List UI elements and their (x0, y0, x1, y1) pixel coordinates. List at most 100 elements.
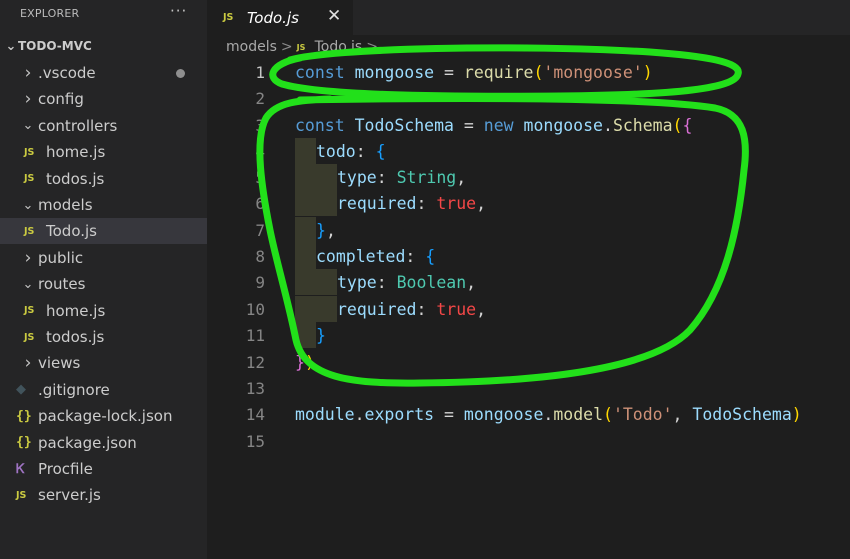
tree-item-label: Todo.js (46, 222, 97, 241)
js-file-icon: JS (223, 12, 234, 23)
tree-item[interactable]: ◆ .gitignore (0, 377, 207, 403)
indent-guide (295, 296, 316, 322)
tree-item[interactable]: JS server.js (0, 482, 207, 508)
tree-item[interactable]: ⌄ routes (0, 271, 207, 297)
tree-item[interactable]: {} package.json (0, 430, 207, 456)
tree-item[interactable]: › .vscode (0, 60, 207, 86)
tree-item[interactable]: ⌄ models (0, 192, 207, 218)
code-line: 2 (207, 85, 850, 111)
tree-item[interactable]: JS Todo.js (0, 218, 207, 245)
tree-item[interactable]: JS home.js (0, 298, 207, 324)
breadcrumb-symbol[interactable]: ... (382, 39, 395, 55)
tree-item-label: models (38, 196, 93, 214)
explorer-sidebar: EXPLORER ··· ⌄ TODO-MVC › .vscode › config ⌄… (0, 0, 207, 559)
git-file-icon: ◆ (16, 382, 26, 398)
line-number: 9 (255, 272, 265, 292)
heroku-file-icon: Ꮶ (16, 461, 25, 477)
code-line: 12 }) (207, 349, 850, 375)
root-folder[interactable]: ⌄ TODO-MVC (0, 35, 207, 57)
chevron-right-icon: › (24, 353, 32, 374)
json-file-icon: {} (16, 435, 32, 451)
tree-item-label: package-lock.json (38, 407, 173, 426)
indent-guide (295, 164, 316, 190)
tree-item-label: routes (38, 275, 86, 294)
line-number: 7 (255, 220, 265, 240)
json-file-icon: {} (16, 408, 32, 424)
chevron-down-icon: ⌄ (5, 38, 17, 54)
line-number: 11 (245, 325, 265, 345)
breadcrumb-folder[interactable]: models (226, 39, 277, 55)
tree-item[interactable]: Ꮶ Procfile (0, 456, 207, 482)
tree-item-label: .vscode (38, 64, 96, 82)
indent-guide (295, 217, 316, 243)
line-number: 12 (245, 352, 265, 372)
tree-item[interactable]: JS todos.js (0, 166, 207, 192)
tree-item-label: home.js (46, 143, 106, 162)
line-number: 10 (245, 299, 265, 319)
code-text: } (316, 325, 326, 345)
js-file-icon: JS (24, 173, 35, 185)
close-icon[interactable]: ✕ (327, 6, 341, 26)
root-folder-label: TODO-MVC (18, 39, 92, 53)
line-number: 15 (245, 431, 265, 451)
js-file-icon: JS (24, 225, 35, 237)
tab-bar: JS Todo.js ✕ (207, 0, 850, 35)
tree-item[interactable]: › public (0, 245, 207, 271)
tree-item[interactable]: {} package-lock.json (0, 403, 207, 429)
code-text: module.exports = mongoose.model('Todo', … (295, 404, 802, 424)
code-line: 6 required: true, (207, 190, 850, 216)
tree-item-label: .gitignore (38, 380, 110, 399)
chevron-right-icon: › (24, 63, 32, 83)
tree-item-label: todos.js (46, 169, 105, 188)
chevron-right-icon: › (24, 89, 32, 110)
chevron-right-icon: › (24, 247, 32, 268)
code-line: 13 (207, 375, 850, 401)
indent-guide (316, 164, 337, 190)
breadcrumb-file[interactable]: Todo.js (315, 39, 363, 55)
code-line: 4 todo: { (207, 138, 850, 164)
breadcrumb-separator: > (366, 39, 378, 55)
indent-guide (316, 269, 337, 295)
code-text: type: Boolean, (337, 272, 477, 292)
code-text: required: true, (337, 193, 487, 213)
tree-item[interactable]: › views (0, 350, 207, 376)
js-file-icon: JS (24, 331, 35, 343)
code-text: const mongoose = require('mongoose') (295, 62, 653, 82)
indent-guide (295, 138, 316, 164)
chevron-down-icon: ⌄ (22, 197, 34, 213)
indent-guide (295, 243, 316, 269)
tree-item-label: package.json (38, 433, 137, 452)
breadcrumb: models > JS Todo.js > ... (226, 38, 395, 56)
tree-item-label: config (38, 90, 84, 109)
code-line: 7 }, (207, 217, 850, 243)
tree-item-label: Procfile (38, 460, 93, 478)
code-text: todo: { (316, 141, 386, 161)
code-line: 15 (207, 428, 850, 454)
code-line: 5 type: String, (207, 164, 850, 190)
tree-item[interactable]: › config (0, 86, 207, 112)
tree-item-label: controllers (38, 116, 118, 135)
line-number: 6 (255, 193, 265, 213)
tree-item[interactable]: ⌄ controllers (0, 113, 207, 139)
tree-item[interactable]: JS home.js (0, 139, 207, 165)
line-number: 2 (255, 88, 265, 108)
tab-todo-js[interactable]: JS Todo.js ✕ (207, 0, 353, 35)
modified-dot-icon (176, 68, 185, 78)
more-actions-icon[interactable]: ··· (170, 2, 187, 20)
code-text: }, (316, 220, 336, 240)
tree-item-label: todos.js (46, 328, 105, 346)
chevron-down-icon: ⌄ (22, 118, 34, 134)
line-number: 14 (245, 404, 265, 424)
indent-guide (295, 269, 316, 295)
code-text: const TodoSchema = new mongoose.Schema({ (295, 115, 693, 135)
code-editor[interactable]: 1 const mongoose = require('mongoose') 2… (207, 58, 850, 559)
js-file-icon: JS (16, 489, 27, 501)
indent-guide (295, 190, 316, 216)
line-number: 13 (245, 378, 265, 398)
indent-guide (316, 296, 337, 322)
line-number: 1 (255, 62, 265, 82)
tree-item[interactable]: JS todos.js (0, 324, 207, 350)
tree-item-label: server.js (38, 486, 101, 505)
tree-item-label: home.js (46, 301, 106, 320)
code-line: 8 completed: { (207, 243, 850, 269)
